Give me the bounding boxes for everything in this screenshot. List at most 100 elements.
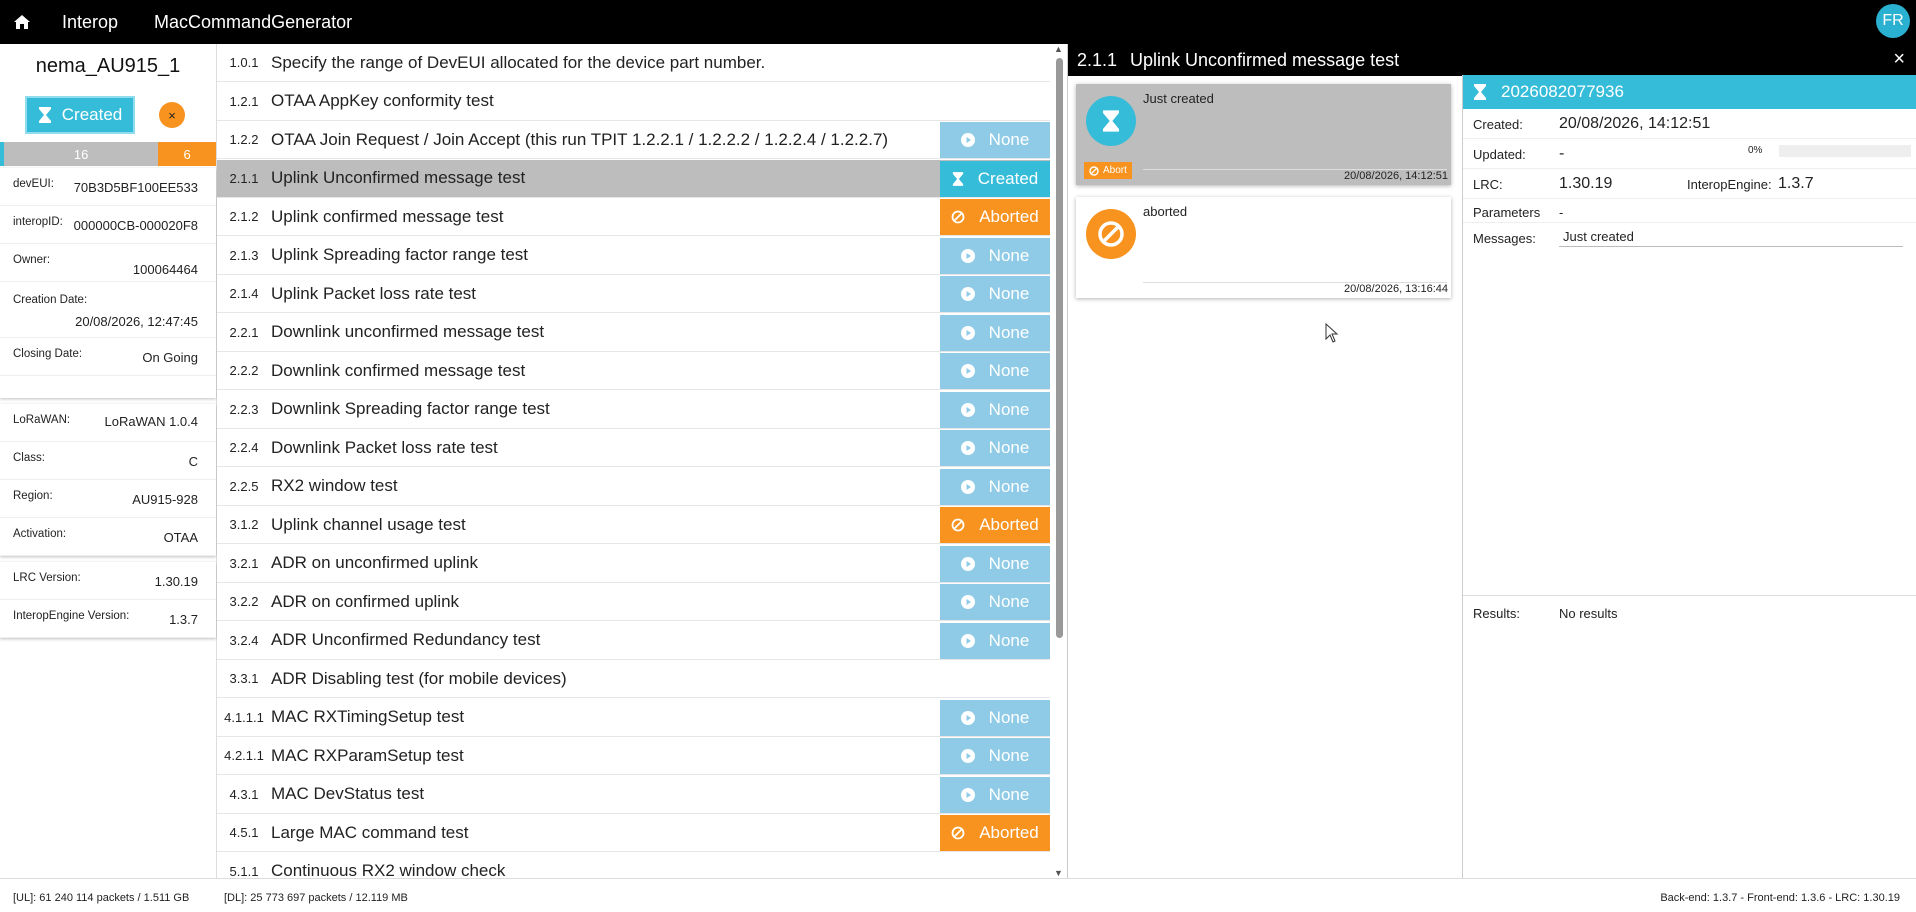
info-label: Class: [13, 452, 45, 464]
test-row[interactable]: 4.3.1 MAC DevStatus test None [217, 776, 1050, 814]
test-status-created-button[interactable]: Created [940, 160, 1050, 197]
nav-interop[interactable]: Interop [44, 0, 136, 44]
test-status-none-button[interactable]: None [940, 237, 1050, 274]
test-name: ADR on confirmed uplink [271, 591, 460, 611]
test-list-scrollbar[interactable]: ▲ ▼ [1053, 44, 1065, 878]
test-name: OTAA Join Request / Join Accept (this ru… [271, 129, 889, 149]
test-number: 4.1.1.1 [224, 709, 264, 725]
info-value: 1.3.7 [169, 612, 198, 627]
test-number: 4.2.1.1 [224, 748, 264, 763]
run-history-message: aborted [1143, 204, 1188, 219]
test-number: 3.3.1 [229, 671, 259, 686]
play-icon [960, 710, 975, 725]
test-name: Downlink Packet loss rate test [271, 437, 498, 457]
nav-mac-command-generator[interactable]: MacCommandGenerator [136, 0, 370, 44]
test-row[interactable]: 2.1.4 Uplink Packet loss rate test None [217, 275, 1050, 313]
run-history-list: Just created Abort 20/08/2026, 14:12:51 … [1076, 84, 1451, 310]
test-row[interactable]: 3.3.1 ADR Disabling test (for mobile devi… [217, 660, 1050, 698]
test-row[interactable]: 3.2.4 ADR Unconfirmed Redundancy test None [217, 622, 1050, 660]
test-row[interactable]: 1.2.2 OTAA Join Request / Join Accept (th… [217, 121, 1050, 159]
test-row[interactable]: 2.1.3 Uplink Spreading factor range test N… [217, 237, 1050, 275]
test-number: 2.1.3 [229, 247, 259, 263]
test-row[interactable]: 5.1.1 Continuous RX2 window check [217, 853, 1050, 878]
scroll-up-arrow[interactable]: ▲ [1054, 44, 1063, 54]
test-row[interactable]: 2.1.2 Uplink confirmed message test Aborte… [217, 198, 1050, 236]
test-row[interactable]: 2.2.2 Downlink confirmed message test None [217, 352, 1050, 390]
test-number: 2.2.2 [229, 363, 259, 378]
run-label: Messages: [1473, 231, 1536, 246]
abort-run-button[interactable]: Abort [1084, 162, 1132, 179]
test-row[interactable]: 4.1.1.1 MAC RXTimingSetup test None [217, 699, 1050, 737]
test-row[interactable]: 4.5.1 Large MAC command test Aborted [217, 814, 1050, 852]
test-status-none-button[interactable]: None [940, 468, 1050, 505]
test-row[interactable]: 2.2.1 Downlink unconfirmed message test No… [217, 314, 1050, 352]
test-status-none-button[interactable]: None [940, 314, 1050, 351]
test-status-none-button[interactable]: None [940, 545, 1050, 582]
run-value: No results [1559, 606, 1618, 621]
test-name: Downlink confirmed message test [271, 360, 526, 380]
test-row[interactable]: 4.2.1.1 MAC RXParamSetup test None [217, 737, 1050, 775]
close-detail-button[interactable]: × [1893, 48, 1905, 71]
test-status-aborted-button[interactable]: Aborted [940, 507, 1050, 543]
test-status-none-button[interactable]: None [940, 622, 1050, 659]
play-icon [960, 402, 975, 417]
test-row[interactable]: 3.2.1 ADR on unconfirmed uplink None [217, 545, 1050, 583]
info-value: 1.30.19 [154, 574, 198, 589]
test-row[interactable]: 2.2.5 RX2 window test None [217, 468, 1050, 506]
test-number: 3.2.4 [229, 632, 259, 648]
test-row[interactable]: 1.0.1 Specify the range of DevEUI allocat… [217, 44, 1050, 82]
detail-test-number: 2.1.1 [1077, 49, 1118, 70]
info-row-activation: Activation: OTAA [0, 518, 216, 556]
test-row[interactable]: 1.2.1 OTAA AppKey conformity test [217, 83, 1050, 121]
test-row[interactable]: 2.2.4 Downlink Packet loss rate test None [217, 429, 1050, 467]
top-navbar: Interop MacCommandGenerator FR [0, 0, 1916, 44]
run-label: LRC: [1473, 177, 1503, 192]
test-status-none-button[interactable]: None [940, 276, 1050, 312]
test-status-none-button[interactable]: None [940, 122, 1050, 158]
ban-icon [951, 210, 965, 224]
test-name: Specify the range of DevEUI allocated fo… [271, 52, 766, 72]
close-device-button[interactable]: × [159, 102, 185, 128]
scroll-down-arrow[interactable]: ▼ [1054, 868, 1063, 878]
run-history-card[interactable]: Just created Abort 20/08/2026, 14:12:51 [1076, 84, 1451, 185]
test-status-none-button[interactable]: None [940, 391, 1050, 428]
test-detail-panel: 2.1.1 Uplink Unconfirmed message test × … [1067, 44, 1916, 878]
play-icon [960, 133, 975, 147]
test-number: 4.5.1 [229, 825, 259, 840]
test-status-none-button[interactable]: None [940, 353, 1050, 389]
test-number: 2.2.1 [229, 324, 259, 340]
test-status-none-button[interactable]: None [940, 430, 1050, 466]
run-label: Parameters [1473, 205, 1541, 220]
info-label: devEUI: [13, 178, 54, 190]
play-icon [960, 787, 975, 802]
info-row-deveui: devEUI: 70B3D5BF100EE533 [0, 168, 216, 206]
info-value: 100064464 [132, 262, 198, 277]
test-number: 2.1.4 [229, 286, 259, 301]
test-status-aborted-button[interactable]: Aborted [940, 815, 1050, 851]
test-status-label: None [988, 361, 1030, 380]
info-label: Owner: [13, 254, 51, 266]
test-status-label: None [988, 245, 1030, 265]
device-info-card: devEUI: 70B3D5BF100EE533 interopID: 0000… [0, 168, 216, 398]
test-row[interactable]: 2.2.3 Downlink Spreading factor range tes… [217, 391, 1050, 429]
test-row[interactable]: 2.1.1 Uplink Unconfirmed message test Crea… [217, 159, 1050, 198]
detail-header: 2.1.1 Uplink Unconfirmed message test × [1068, 44, 1916, 76]
run-history-card[interactable]: aborted 20/08/2026, 13:16:44 [1076, 197, 1451, 298]
test-name: RX2 window test [271, 476, 398, 495]
test-status-none-button[interactable]: None [940, 699, 1050, 736]
device-status-badge[interactable]: Created [25, 96, 135, 134]
home-button[interactable] [0, 0, 44, 44]
test-row[interactable]: 3.2.2 ADR on confirmed uplink None [217, 583, 1050, 621]
test-status-aborted-button[interactable]: Aborted [940, 199, 1050, 235]
test-status-none-button[interactable]: None [940, 584, 1050, 620]
scroll-thumb[interactable] [1056, 58, 1063, 638]
test-status-label: None [988, 630, 1030, 650]
test-status-none-button[interactable]: None [940, 738, 1050, 774]
test-name: MAC RXTimingSetup test [271, 707, 465, 726]
run-label: InteropEngine: [1687, 177, 1772, 192]
test-row[interactable]: 3.1.2 Uplink channel usage test Aborted [217, 506, 1050, 544]
test-status-label: None [988, 284, 1030, 303]
user-avatar[interactable]: FR [1876, 4, 1910, 38]
test-status-none-button[interactable]: None [940, 776, 1050, 813]
run-row-results: Results: No results [1463, 595, 1916, 629]
